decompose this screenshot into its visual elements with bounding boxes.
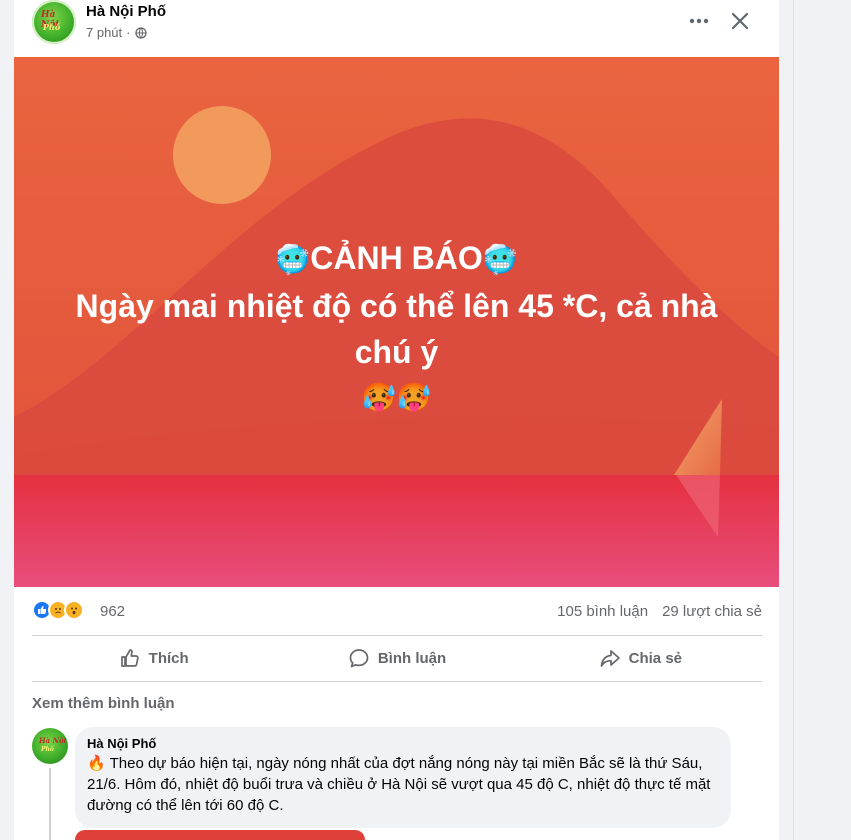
comment-text: 🔥 Theo dự báo hiện tại, ngày nóng nhất c… [87, 753, 719, 816]
post-meta: 7 phút · [86, 25, 147, 40]
page-name-link[interactable]: Hà Nội Phố [86, 3, 166, 20]
post-card: Hà Nội Phố Hà Nội Phố 7 phút · 🥶CẢNH BÁO… [14, 0, 779, 840]
banner-title: CẢNH BÁO [310, 240, 483, 276]
reaction-icons[interactable] [32, 600, 94, 622]
share-count-link[interactable]: 29 lượt chia sẻ [662, 603, 762, 620]
globe-icon [134, 26, 147, 39]
banner-text: 🥶CẢNH BÁO🥶 Ngày mai nhiệt độ có thể lên … [14, 235, 779, 421]
comment-thread-line [49, 768, 51, 840]
close-button[interactable] [727, 8, 753, 34]
wow-reaction-icon [64, 600, 84, 620]
right-background-strip [793, 0, 851, 840]
comment-image-preview[interactable] [75, 830, 365, 840]
close-icon [731, 12, 749, 30]
see-more-comments-link[interactable]: Xem thêm bình luận [32, 695, 175, 712]
cold-face-emoji: 🥶 [275, 243, 311, 276]
comment-button[interactable]: Bình luận [275, 636, 518, 680]
post-stats: 105 bình luận 29 lượt chia sẻ [557, 603, 762, 620]
comment-author-link[interactable]: Hà Nội Phố [87, 736, 719, 751]
comment-avatar[interactable]: Hà Nội Phố [32, 728, 68, 764]
meta-separator: · [126, 25, 131, 40]
hot-face-emoji: 🥵🥵 [361, 381, 432, 414]
more-horizontal-icon [689, 18, 709, 24]
reactions-bar: 962 105 bình luận 29 lượt chia sẻ [32, 598, 762, 626]
sun-shape [173, 106, 271, 204]
banner-line-2: chú ý [354, 334, 439, 370]
page-avatar[interactable]: Hà Nội Phố [32, 0, 76, 44]
post-background-banner: 🥶CẢNH BÁO🥶 Ngày mai nhiệt độ có thể lên … [14, 57, 779, 587]
comment-body: Theo dự báo hiện tại, ngày nóng nhất của… [87, 755, 711, 814]
comment-count-link[interactable]: 105 bình luận [557, 603, 648, 620]
speech-bubble-icon [349, 649, 369, 668]
post-header: Hà Nội Phố Hà Nội Phố 7 phút · [14, 0, 779, 57]
share-button[interactable]: Chia sẻ [519, 636, 762, 680]
banner-line-1: Ngày mai nhiệt độ có thể lên 45 *C, cả n… [75, 288, 718, 324]
reaction-count[interactable]: 962 [100, 603, 125, 620]
more-options-button[interactable] [686, 8, 712, 34]
divider [32, 681, 762, 682]
share-label: Chia sẻ [628, 649, 682, 667]
like-button[interactable]: Thích [32, 636, 275, 680]
like-label: Thích [148, 649, 189, 667]
comment-label: Bình luận [377, 649, 447, 667]
fire-emoji: 🔥 [87, 754, 106, 772]
share-arrow-icon [600, 650, 620, 667]
post-actions: Thích Bình luận Chia sẻ [32, 636, 762, 680]
comment-bubble: Hà Nội Phố 🔥 Theo dự báo hiện tại, ngày … [75, 727, 731, 828]
post-time-link[interactable]: 7 phút [86, 25, 122, 40]
thumbs-up-icon [120, 649, 139, 667]
cold-face-emoji: 🥶 [482, 243, 518, 276]
